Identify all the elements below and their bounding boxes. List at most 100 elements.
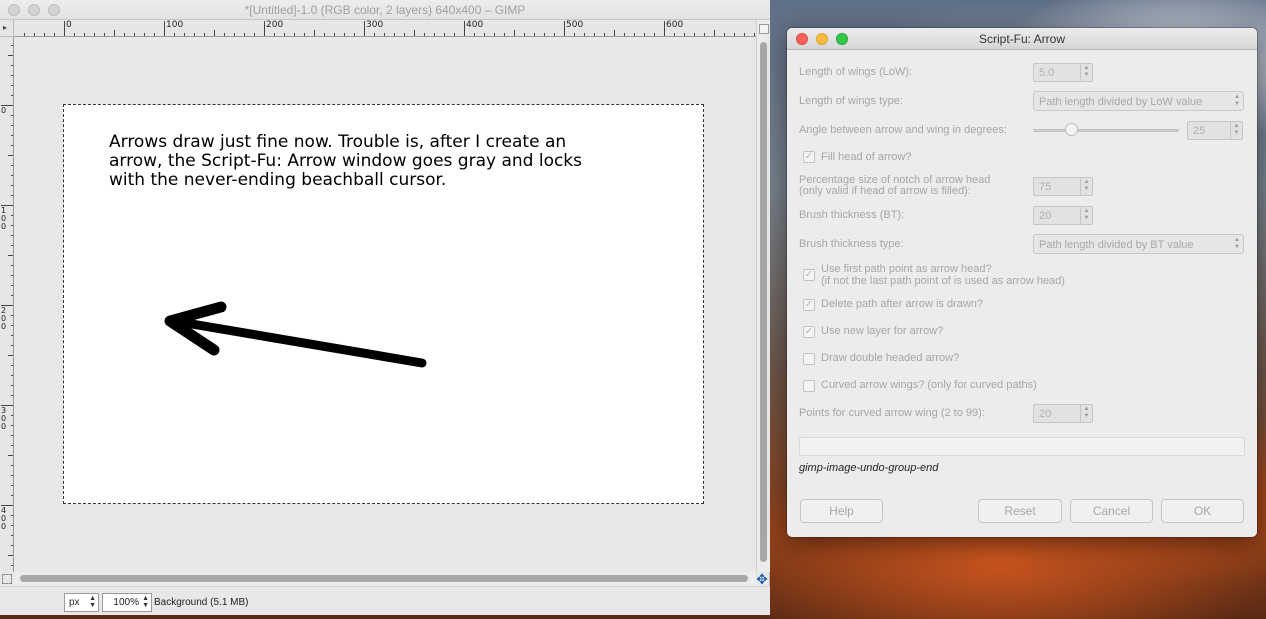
- ruler-tick: [114, 30, 115, 36]
- first-point-label-line1: Use first path point as arrow head?: [821, 263, 992, 275]
- curved-wings-checkbox[interactable]: [803, 380, 815, 392]
- unit-value: px: [69, 597, 80, 608]
- arrow-shaft: [175, 317, 427, 368]
- ruler-tick: [614, 30, 615, 36]
- layer-status-text: Background (5.1 MB): [154, 597, 249, 608]
- reset-button[interactable]: Reset: [978, 499, 1062, 523]
- spin-arrows-icon[interactable]: ▲ ▼: [1080, 64, 1092, 81]
- delete-path-checkbox[interactable]: ✓: [803, 299, 815, 311]
- bt-type-select[interactable]: Path length divided by BT value ▲ ▼: [1033, 234, 1244, 254]
- first-point-checkbox[interactable]: ✓: [803, 269, 815, 281]
- checkmark-icon: ✓: [804, 151, 814, 162]
- progress-status-text: gimp-image-undo-group-end: [799, 462, 939, 474]
- spin-arrows-icon[interactable]: ▲ ▼: [1080, 178, 1092, 195]
- ruler-label: 2 0 0: [1, 306, 7, 331]
- horizontal-scroll-thumb[interactable]: [20, 575, 748, 582]
- arrow-drawing: [164, 301, 427, 368]
- ruler-label: 4 0 0: [1, 506, 7, 531]
- bt-value: 20: [1039, 210, 1052, 222]
- unit-selector[interactable]: px ▲ ▼: [64, 593, 99, 612]
- low-label: Length of wings (LoW):: [799, 66, 913, 78]
- ruler-label: 600: [666, 20, 684, 30]
- checkmark-icon: ✓: [804, 299, 814, 310]
- progress-bar: [799, 437, 1245, 456]
- notch-spinbox[interactable]: 75 ▲ ▼: [1033, 177, 1093, 196]
- ruler-tick: [664, 21, 665, 36]
- spin-arrows-icon[interactable]: ▲ ▼: [1080, 207, 1092, 224]
- angle-label: Angle between arrow and wing in degrees:: [799, 124, 1007, 136]
- ruler-menu-button[interactable]: ▸: [0, 20, 14, 37]
- low-type-value: Path length divided by LoW value: [1039, 96, 1203, 108]
- ok-button[interactable]: OK: [1161, 499, 1244, 523]
- horizontal-scrollbar[interactable]: [14, 572, 756, 586]
- new-layer-label: Use new layer for arrow?: [821, 325, 944, 337]
- notch-label-line2: (only valid if head of arrow is filled):: [799, 185, 971, 197]
- low-value: 5.0: [1039, 67, 1055, 79]
- dialog-title: Script-Fu: Arrow: [978, 32, 1065, 46]
- notch-value: 75: [1039, 181, 1052, 193]
- ruler-tick: [364, 21, 365, 36]
- curved-wings-label: Curved arrow wings? (only for curved pat…: [821, 379, 1037, 391]
- ruler-label: 3 0 0: [1, 406, 7, 431]
- curve-points-label: Points for curved arrow wing (2 to 99):: [799, 407, 985, 419]
- spin-arrows-icon[interactable]: ▲ ▼: [1080, 405, 1092, 422]
- double-head-checkbox[interactable]: [803, 353, 815, 365]
- ruler-label: 1 0 0: [1, 206, 7, 231]
- ruler-tick: [264, 21, 265, 36]
- low-spinbox[interactable]: 5.0 ▲ ▼: [1033, 63, 1093, 82]
- spin-arrows-icon: ▲ ▼: [89, 595, 96, 609]
- cancel-button[interactable]: Cancel: [1070, 499, 1153, 523]
- ruler-tick: [414, 30, 415, 36]
- gimp-titlebar[interactable]: *[Untitled]-1.0 (RGB color, 2 layers) 64…: [0, 0, 770, 20]
- ruler-label: 0: [1, 106, 7, 115]
- quick-mask-toggle-icon[interactable]: [2, 574, 12, 584]
- select-arrows-icon: ▲ ▼: [1234, 94, 1240, 107]
- menu-arrow-icon: ▸: [3, 23, 8, 32]
- low-type-label: Length of wings type:: [799, 95, 903, 107]
- vertical-scrollbar[interactable]: [756, 20, 770, 572]
- ruler-label: 0: [66, 20, 72, 30]
- bt-label: Brush thickness (BT):: [799, 209, 905, 221]
- ruler-label: 300: [366, 20, 384, 30]
- window-title: *[Untitled]-1.0 (RGB color, 2 layers) 64…: [244, 3, 526, 17]
- zoom-value: 100%: [113, 597, 139, 608]
- fill-head-checkbox[interactable]: ✓: [803, 151, 815, 163]
- double-head-label: Draw double headed arrow?: [821, 352, 960, 364]
- angle-slider-handle[interactable]: [1065, 123, 1078, 136]
- navigate-icon[interactable]: ✥: [755, 571, 769, 587]
- ruler-tick: [464, 21, 465, 36]
- ruler-tick: [514, 30, 515, 36]
- zoom-on-resize-toggle[interactable]: [759, 24, 769, 34]
- ruler-label: 100: [166, 20, 184, 30]
- low-type-select[interactable]: Path length divided by LoW value ▲ ▼: [1033, 91, 1244, 111]
- ruler-tick: [214, 30, 215, 36]
- ruler-tick: [164, 21, 165, 36]
- spin-arrows-icon[interactable]: ▲ ▼: [1230, 122, 1242, 139]
- ruler-label: 500: [566, 20, 584, 30]
- canvas-area[interactable]: Arrows draw just fine now. Trouble is, a…: [14, 37, 756, 572]
- curve-points-spinbox[interactable]: 20 ▲ ▼: [1033, 404, 1093, 423]
- bt-spinbox[interactable]: 20 ▲ ▼: [1033, 206, 1093, 225]
- help-button[interactable]: Help: [800, 499, 883, 523]
- first-point-label-line2: (if not the last path point of is used a…: [821, 275, 1065, 287]
- dialog-titlebar[interactable]: Script-Fu: Arrow: [787, 28, 1257, 50]
- spin-arrows-icon: ▲ ▼: [142, 595, 149, 609]
- vertical-scroll-thumb[interactable]: [760, 42, 767, 562]
- ruler-tick: [314, 30, 315, 36]
- new-layer-checkbox[interactable]: ✓: [803, 326, 815, 338]
- horizontal-ruler[interactable]: 0 100 200 300 400 500 600: [14, 20, 756, 37]
- bt-type-label: Brush thickness type:: [799, 238, 904, 250]
- status-bar: px ▲ ▼ 100% ▲ ▼ Background (5.1 MB): [0, 586, 770, 615]
- ruler-label: 200: [266, 20, 284, 30]
- ruler-label: 400: [466, 20, 484, 30]
- ruler-tick: [564, 21, 565, 36]
- zoom-selector[interactable]: 100% ▲ ▼: [102, 593, 152, 612]
- angle-spinbox[interactable]: 25 ▲ ▼: [1187, 121, 1243, 140]
- curve-points-value: 20: [1039, 408, 1052, 420]
- select-arrows-icon: ▲ ▼: [1234, 237, 1240, 250]
- vertical-ruler[interactable]: 0 1 0 0 2 0 0 3 0 0 4 0 0: [0, 37, 14, 572]
- gimp-image-window: *[Untitled]-1.0 (RGB color, 2 layers) 64…: [0, 0, 770, 615]
- angle-value: 25: [1193, 125, 1206, 137]
- angle-slider-track[interactable]: [1033, 129, 1179, 132]
- checkmark-icon: ✓: [804, 326, 814, 337]
